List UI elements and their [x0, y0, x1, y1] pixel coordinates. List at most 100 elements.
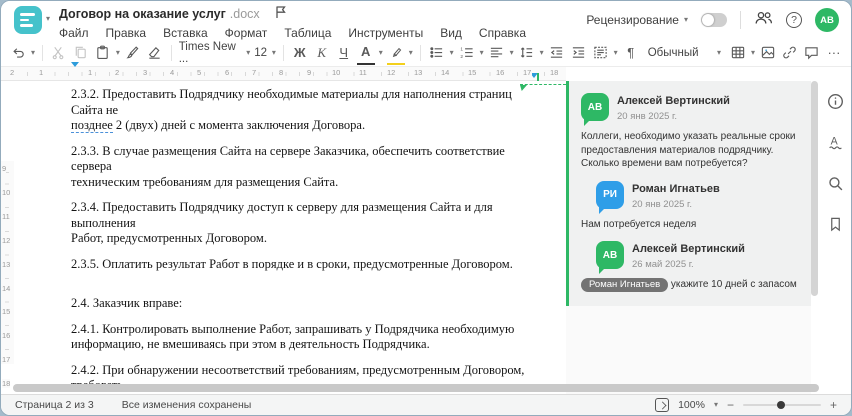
flag-icon[interactable] [274, 5, 287, 22]
ruler-number: 6 [224, 68, 231, 77]
paste-button[interactable] [94, 42, 112, 64]
track-changes-toggle[interactable] [701, 13, 727, 27]
font-color-button[interactable]: А [356, 41, 375, 65]
zoom-out-button[interactable]: − [727, 399, 734, 411]
ruler-number: 16 [2, 331, 11, 340]
comment[interactable]: АВ Алексей Вертинский 26 май 2025 г. Роман … [581, 241, 799, 292]
menu-item[interactable]: Файл [59, 26, 89, 40]
ruler-number: 11 [358, 68, 368, 77]
doc-paragraph[interactable]: 2.3.4. Предоставить Подрядчику доступ к … [71, 200, 541, 247]
font-name-select[interactable]: Times New ... ▾ [179, 41, 251, 65]
paragraph-style-select[interactable]: Обычный ▾ [648, 47, 721, 59]
comment[interactable]: АВ Алексей Вертинский 20 янв 2025 г. Коллег… [581, 93, 799, 171]
line-spacing-caret-icon[interactable]: ▾ [540, 48, 544, 57]
ruler-number: 9 [306, 68, 313, 77]
clear-format-button[interactable] [146, 42, 164, 64]
horizontal-scrollbar[interactable] [13, 384, 819, 392]
search-icon[interactable] [827, 175, 844, 197]
review-mode-select[interactable]: Рецензирование ▾ [586, 13, 688, 27]
align-caret-icon[interactable]: ▾ [510, 48, 514, 57]
app-logo-icon[interactable] [14, 6, 42, 34]
app-menu-caret-icon[interactable]: ▾ [46, 15, 50, 23]
menu-item[interactable]: Таблица [284, 26, 331, 40]
doc-paragraph[interactable]: 2.3.3. В случае размещения Сайта на серв… [71, 144, 541, 191]
font-size-select[interactable]: 12 ▾ [254, 47, 276, 59]
menu-item[interactable]: Вид [440, 26, 462, 40]
ruler-number: 16 [495, 68, 506, 77]
zoom-slider-handle[interactable] [776, 401, 785, 409]
ruler-number: 8 [278, 68, 285, 77]
info-icon[interactable] [827, 93, 844, 115]
vertical-ruler[interactable]: 91011121314151617181920 [1, 161, 14, 411]
bullet-list-button[interactable] [428, 42, 446, 64]
bookmark-icon[interactable] [828, 216, 843, 237]
right-sidebar: А [819, 81, 851, 394]
increase-indent-button[interactable] [570, 42, 588, 64]
page-indicator[interactable]: Страница 2 из 3 [15, 399, 94, 411]
zoom-in-button[interactable]: + [830, 399, 837, 411]
numbered-list-caret-icon[interactable]: ▾ [480, 48, 484, 57]
user-avatar[interactable]: АВ [815, 8, 839, 32]
comment-avatar: АВ [581, 93, 609, 126]
insert-table-caret-icon[interactable]: ▾ [751, 48, 755, 57]
ruler-number: 14 [440, 68, 451, 77]
doc-paragraph[interactable]: 2.3.2. Предоставить Подрядчику необходим… [71, 87, 541, 134]
decrease-indent-button[interactable] [548, 42, 566, 64]
doc-paragraph[interactable]: 2.4. Заказчик вправе: [71, 296, 541, 312]
highlight-caret-icon[interactable]: ▾ [409, 48, 413, 57]
bullet-list-caret-icon[interactable]: ▾ [450, 48, 454, 57]
zoom-slider[interactable] [742, 401, 821, 409]
comment-connector-line [520, 84, 566, 91]
zoom-value[interactable]: 100% [678, 399, 705, 411]
line-spacing-button[interactable] [518, 42, 536, 64]
show-marks-button[interactable]: ¶ [622, 42, 640, 64]
horizontal-ruler[interactable]: 2 1 1 2 3 4 5 6 7 8 9 10 11 12 13 14 15 16 17 18 [1, 62, 566, 84]
vertical-scrollbar[interactable] [811, 81, 818, 296]
comment-thread[interactable]: АВ Алексей Вертинский 20 янв 2025 г. Коллег… [566, 81, 811, 306]
spellcheck-icon[interactable]: А [827, 134, 844, 156]
comment[interactable]: РИ Роман Игнатьев 20 янв 2025 г. Нам потреб… [581, 180, 799, 232]
document-page[interactable]: 2.3.2. Предоставить Подрядчику необходим… [71, 87, 541, 415]
menu-item[interactable]: Справка [479, 26, 526, 40]
fit-width-button[interactable] [655, 398, 670, 412]
insert-image-button[interactable] [759, 42, 777, 64]
undo-caret-icon[interactable]: ▾ [31, 48, 35, 57]
insert-comment-button[interactable] [803, 42, 821, 64]
insert-table-button[interactable] [729, 42, 747, 64]
doc-text-run: 2.3.4. Предоставить Подрядчику доступ к … [71, 200, 493, 245]
zoom-caret-icon[interactable]: ▾ [714, 401, 718, 409]
undo-button[interactable] [9, 42, 27, 64]
italic-button[interactable]: К [313, 42, 331, 64]
format-painter-button[interactable] [124, 42, 142, 64]
doc-paragraph[interactable]: 2.4.1. Контролировать выполнение Работ, … [71, 322, 541, 353]
ruler-number: 10 [2, 188, 11, 197]
menu-item[interactable]: Правка [106, 26, 147, 40]
paragraph-settings-button[interactable] [592, 42, 610, 64]
font-color-caret-icon[interactable]: ▾ [379, 48, 383, 57]
highlight-button[interactable] [386, 41, 405, 65]
menu-item[interactable]: Формат [225, 26, 268, 40]
status-bar: Страница 2 из 3 Все изменения сохранены … [1, 394, 851, 415]
underline-button[interactable]: Ч [335, 42, 353, 64]
more-tools-button[interactable]: ··· [825, 42, 843, 64]
ruler-number: 9 [2, 164, 7, 173]
menu-item[interactable]: Инструменты [348, 26, 423, 40]
comment-date: 20 янв 2025 г. [632, 198, 693, 210]
paste-caret-icon[interactable]: ▾ [116, 48, 120, 57]
copy-button[interactable] [72, 42, 90, 64]
numbered-list-button[interactable]: 12 [458, 42, 476, 64]
align-button[interactable] [488, 42, 506, 64]
collaborators-icon[interactable] [754, 10, 773, 31]
svg-text:А: А [830, 136, 838, 148]
doc-paragraph[interactable]: 2.3.5. Оплатить результат Работ в порядк… [71, 257, 541, 273]
doc-text-run: 2.3.5. Оплатить результат Работ в порядк… [71, 256, 513, 271]
paragraph-settings-caret-icon[interactable]: ▾ [614, 48, 618, 57]
insert-link-button[interactable] [781, 42, 799, 64]
help-icon[interactable]: ? [786, 12, 802, 28]
cut-button[interactable] [50, 42, 68, 64]
document-title: Договор на оказание услуг [59, 6, 226, 21]
bold-button[interactable]: Ж [291, 42, 309, 64]
comments-panel: АВ Алексей Вертинский 20 янв 2025 г. Коллег… [566, 81, 811, 394]
save-status: Все изменения сохранены [121, 399, 252, 411]
menu-item[interactable]: Вставка [163, 26, 208, 40]
